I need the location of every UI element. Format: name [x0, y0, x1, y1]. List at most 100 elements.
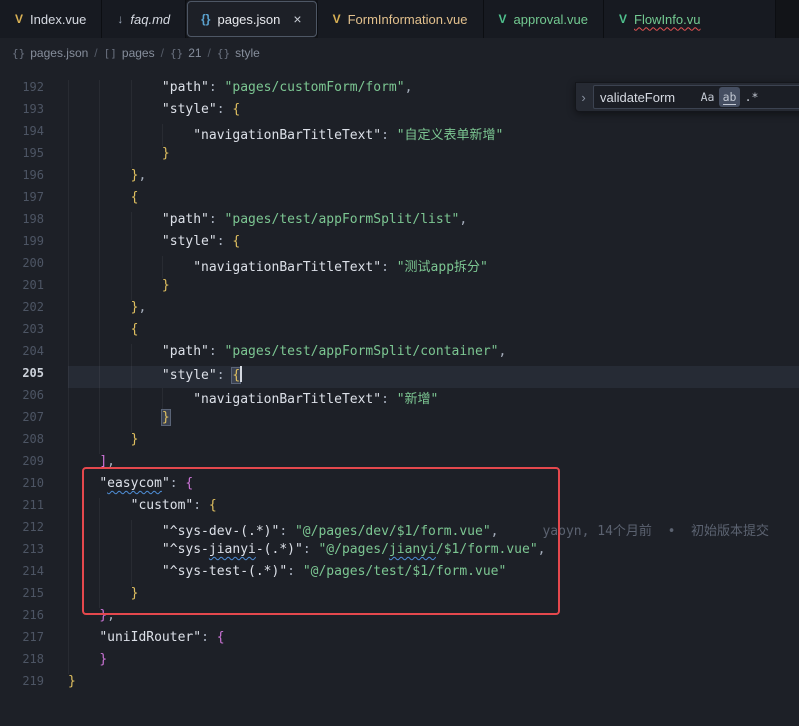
indent-guide: [68, 652, 69, 674]
indent-guide: [68, 300, 69, 322]
line-content: },: [68, 608, 799, 630]
tab-approval.vue[interactable]: Vapproval.vue: [484, 0, 604, 38]
close-icon[interactable]: ×: [293, 12, 301, 26]
indent-guide: [99, 388, 100, 410]
code-line[interactable]: 213 "^sys-jianyi-(.*)": "@/pages/jianyi/…: [0, 542, 799, 564]
toggle-replace-chevron[interactable]: ›: [576, 90, 591, 105]
indent-guide: [68, 212, 69, 234]
code-line[interactable]: 198 "path": "pages/test/appFormSplit/lis…: [0, 212, 799, 234]
breadcrumb-separator: /: [208, 46, 211, 60]
indent-guide: [68, 630, 69, 652]
line-number: 207: [0, 410, 44, 432]
breadcrumb-item-pages.json[interactable]: {}pages.json: [12, 46, 88, 60]
indent-guide: [68, 322, 69, 344]
gutter: [44, 410, 68, 432]
line-number: 193: [0, 102, 44, 124]
breadcrumb-label: pages.json: [30, 46, 88, 60]
line-number: 208: [0, 432, 44, 454]
line-number: 209: [0, 454, 44, 476]
line-number: 218: [0, 652, 44, 674]
indent-guide: [68, 344, 69, 366]
line-number: 196: [0, 168, 44, 190]
code-line[interactable]: 216 },: [0, 608, 799, 630]
indent-guide: [68, 542, 69, 564]
code-line[interactable]: 207 }: [0, 410, 799, 432]
markdown-icon: ↓: [117, 12, 123, 26]
gutter: [44, 366, 68, 388]
vue-icon: V: [619, 12, 627, 26]
find-input-field[interactable]: Aa ab .*: [593, 85, 799, 109]
editor[interactable]: 192 "path": "pages/customForm/form",193 …: [0, 68, 799, 726]
line-number: 205: [0, 366, 44, 388]
gutter: [44, 564, 68, 586]
gutter: [44, 542, 68, 564]
code-line[interactable]: 201 }: [0, 278, 799, 300]
indent-guide: [99, 168, 100, 190]
code-line[interactable]: 217 "uniIdRouter": {: [0, 630, 799, 652]
line-content: {: [68, 190, 799, 212]
line-content: "path": "pages/test/appFormSplit/contain…: [68, 344, 799, 366]
gutter: [44, 388, 68, 410]
indent-guide: [131, 80, 132, 102]
line-content: "navigationBarTitleText": "新增": [68, 388, 799, 410]
code-line[interactable]: 204 "path": "pages/test/appFormSplit/con…: [0, 344, 799, 366]
line-content: }: [68, 674, 799, 696]
indent-guide: [131, 520, 132, 542]
line-content: "easycom": {: [68, 476, 799, 498]
breadcrumb-item-style[interactable]: {}style: [217, 46, 260, 60]
indent-guide: [68, 366, 69, 388]
code-line[interactable]: 208 }: [0, 432, 799, 454]
code-line[interactable]: 218 }: [0, 652, 799, 674]
code-line[interactable]: 215 }: [0, 586, 799, 608]
tab-Index.vue[interactable]: VIndex.vue: [0, 0, 102, 38]
gutter: [44, 80, 68, 102]
indent-guide: [131, 366, 132, 388]
tab-FormInformation.vue[interactable]: VFormInformation.vue: [318, 0, 484, 38]
code-line[interactable]: 210 "easycom": {: [0, 476, 799, 498]
regex-button[interactable]: .*: [741, 87, 762, 107]
object-icon: {}: [217, 47, 230, 60]
code-line[interactable]: 214 "^sys-test-(.*)": "@/pages/test/$1/f…: [0, 564, 799, 586]
indent-guide: [68, 410, 69, 432]
code-line[interactable]: 209 ],: [0, 454, 799, 476]
code-line[interactable]: 194 "navigationBarTitleText": "自定义表单新增": [0, 124, 799, 146]
code-line[interactable]: 202 },: [0, 300, 799, 322]
code-line[interactable]: 196 },: [0, 168, 799, 190]
find-input[interactable]: [600, 90, 696, 105]
code-line[interactable]: 197 {: [0, 190, 799, 212]
code-line[interactable]: 203 {: [0, 322, 799, 344]
indent-guide: [68, 80, 69, 102]
gutter: [44, 322, 68, 344]
breadcrumb-label: 21: [188, 46, 201, 60]
indent-guide: [68, 388, 69, 410]
code-line[interactable]: 195 }: [0, 146, 799, 168]
code-line[interactable]: 206 "navigationBarTitleText": "新增": [0, 388, 799, 410]
code-line[interactable]: 211 "custom": {: [0, 498, 799, 520]
line-content: "navigationBarTitleText": "测试app拆分": [68, 256, 799, 278]
indent-guide: [99, 542, 100, 564]
whole-word-button[interactable]: ab: [719, 87, 740, 107]
code-line[interactable]: 205 "style": {: [0, 366, 799, 388]
tab-FlowInfo.vu[interactable]: V FlowInfo.vu: [604, 0, 776, 38]
gutter: [44, 652, 68, 674]
text-cursor: [240, 366, 242, 382]
indent-guide: [68, 454, 69, 476]
tab-faq.md[interactable]: ↓faq.md: [102, 0, 186, 38]
code-line[interactable]: 212 "^sys-dev-(.*)": "@/pages/dev/$1/for…: [0, 520, 799, 542]
indent-guide: [162, 388, 163, 410]
code-line[interactable]: 219}: [0, 674, 799, 696]
tab-label: FlowInfo.vu: [634, 12, 700, 27]
match-case-button[interactable]: Aa: [697, 87, 718, 107]
line-number: 215: [0, 586, 44, 608]
breadcrumb-item-pages[interactable]: []pages: [104, 46, 155, 60]
code-line[interactable]: 200 "navigationBarTitleText": "测试app拆分": [0, 256, 799, 278]
indent-guide: [131, 256, 132, 278]
tab-pages.json[interactable]: {}pages.json×: [186, 0, 317, 38]
indent-guide: [99, 432, 100, 454]
code-line[interactable]: 199 "style": {: [0, 234, 799, 256]
indent-guide: [99, 410, 100, 432]
breadcrumb-item-21[interactable]: {}21: [170, 46, 202, 60]
gutter: [44, 212, 68, 234]
vue-icon: V: [15, 12, 23, 26]
gutter: [44, 344, 68, 366]
